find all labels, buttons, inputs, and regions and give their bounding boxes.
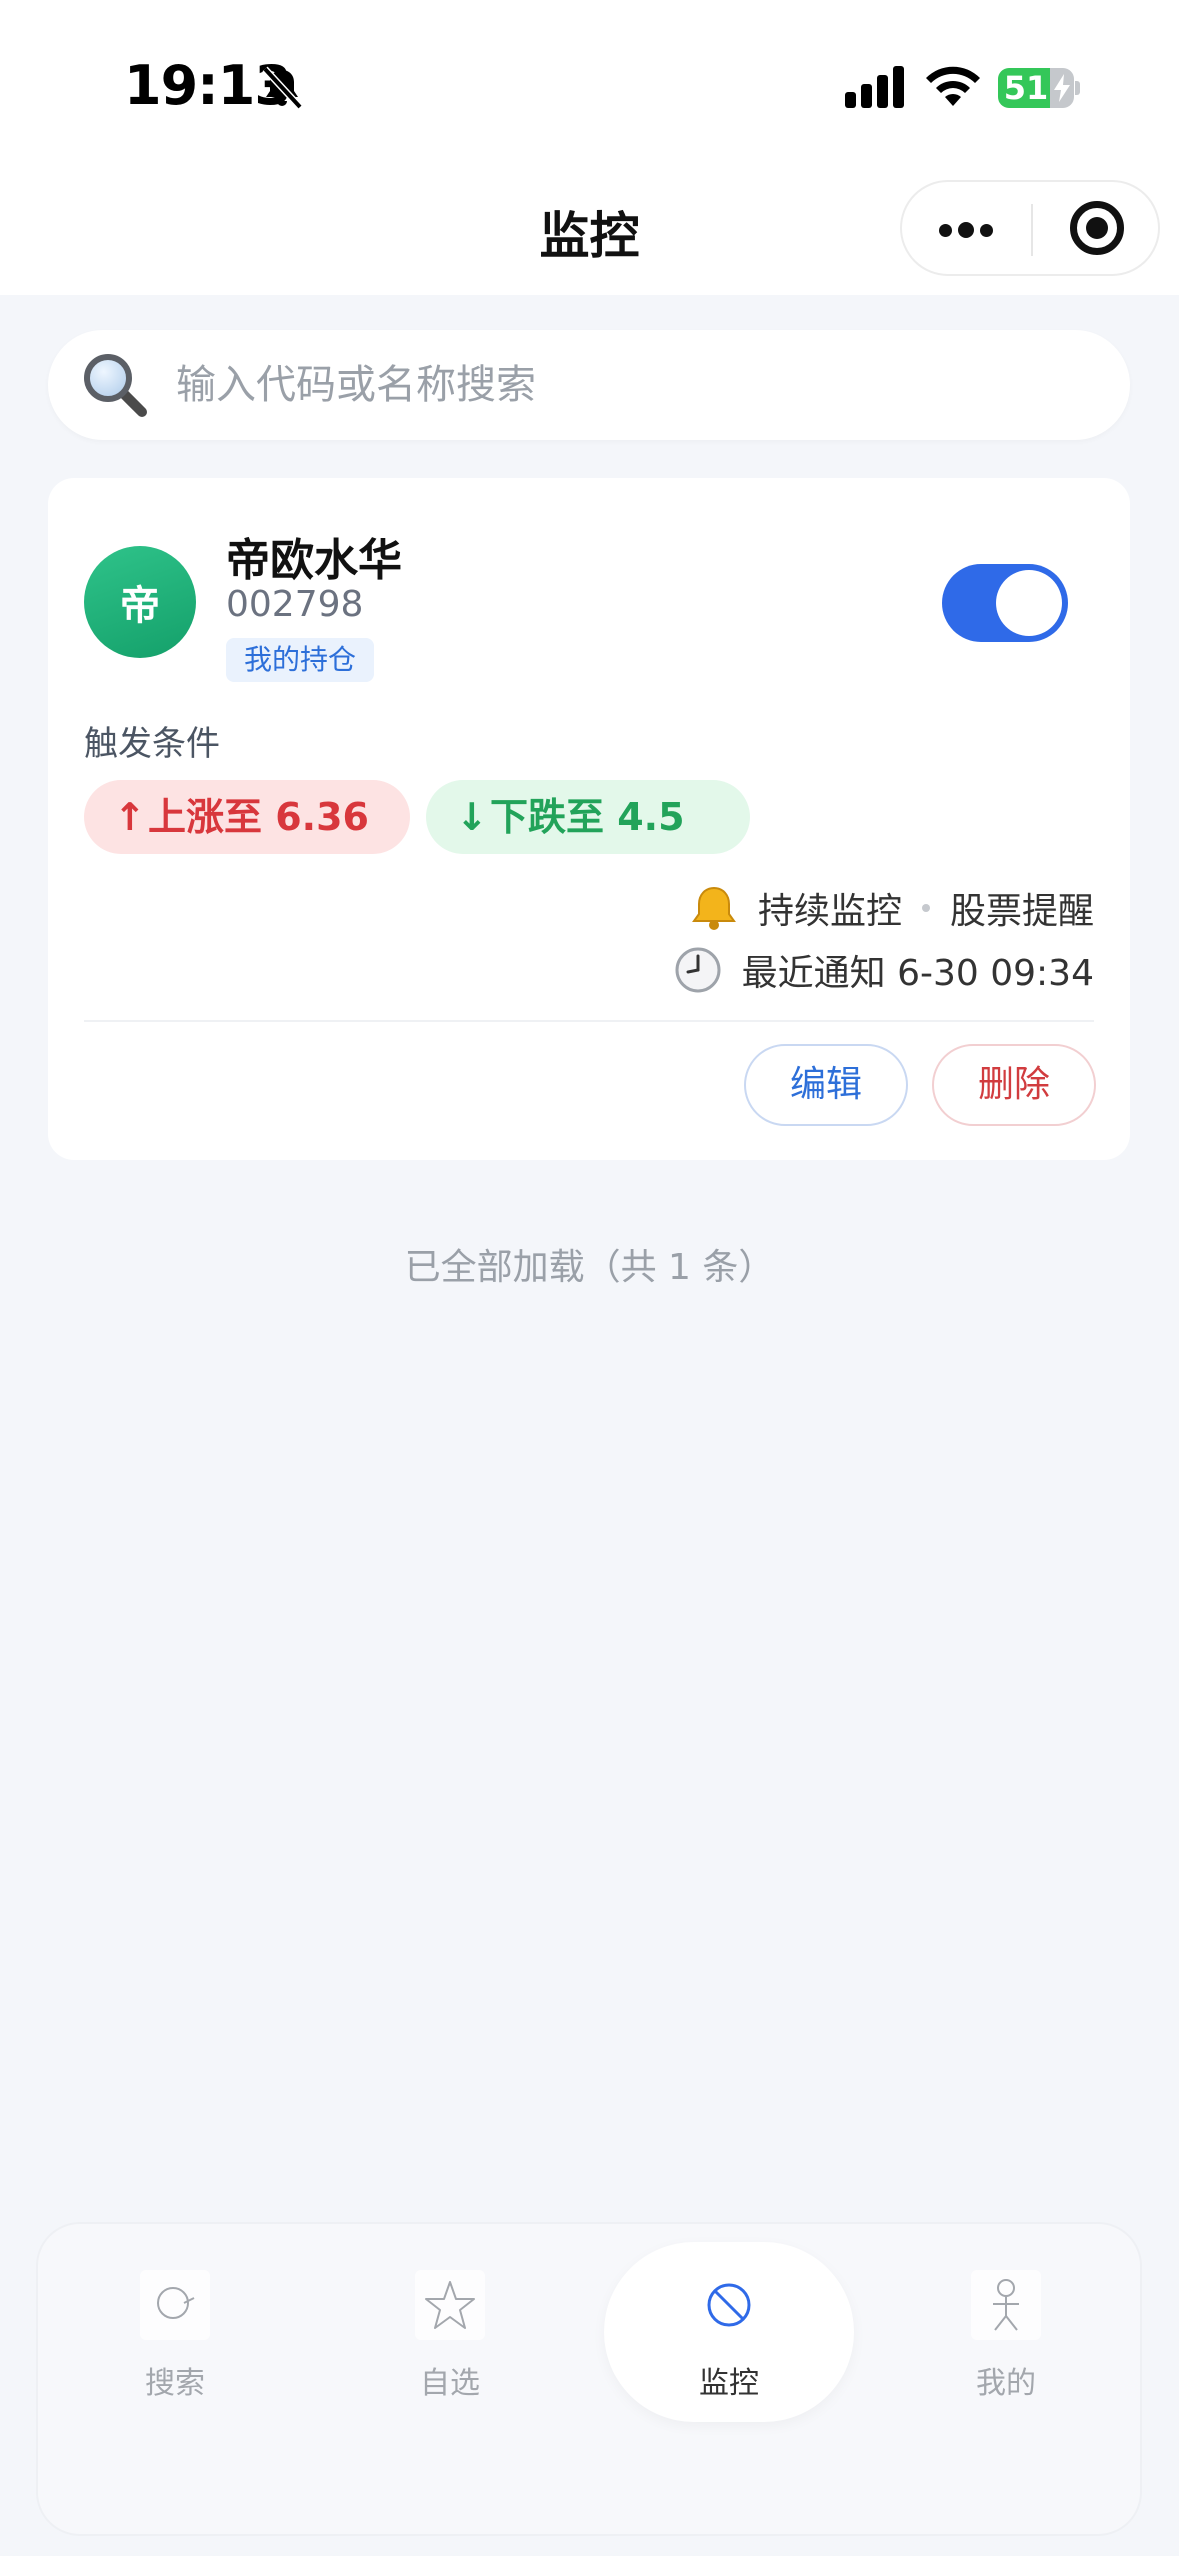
bell-icon <box>692 886 736 930</box>
search-bar[interactable] <box>48 330 1130 440</box>
edit-button[interactable]: 编辑 <box>744 1044 908 1126</box>
magnifier-icon <box>84 354 147 417</box>
holding-tag: 我的持仓 <box>226 638 375 682</box>
close-target-icon[interactable] <box>1034 182 1160 274</box>
monitor-toggle[interactable] <box>942 564 1068 642</box>
tab-monitor[interactable]: 监控 <box>639 2264 819 2404</box>
conditions-label: 触发条件 <box>84 724 220 764</box>
person-tab-icon <box>993 2279 1019 2331</box>
list-footer: 已全部加载（共 1 条） <box>404 1247 775 1288</box>
stock-name: 帝欧水华 <box>226 535 402 586</box>
monitor-mode-row: 持续监控 股票提醒 <box>690 882 1094 934</box>
tab-monitor-label: 监控 <box>699 2366 759 2401</box>
tab-watchlist-label: 自选 <box>420 2366 480 2401</box>
monitor-card: 帝 帝欧水华 002798 我的持仓 触发条件 ↑上涨至 6.36 ↓下跌至 4… <box>48 478 1130 1160</box>
condition-down-text: 下跌至 4.5 <box>490 795 685 839</box>
capsule-divider <box>1031 204 1033 256</box>
stock-code: 002798 <box>226 584 364 625</box>
mini-program-capsule <box>900 180 1160 276</box>
arrow-up-icon: ↑ <box>114 795 146 839</box>
tab-mine[interactable]: 我的 <box>916 2264 1096 2404</box>
clock-icon <box>675 947 721 993</box>
avatar: 帝 <box>84 546 196 658</box>
tab-mine-label: 我的 <box>976 2366 1036 2401</box>
monitor-mode: 持续监控 <box>757 891 902 932</box>
tab-search[interactable]: 搜索 <box>85 2264 265 2404</box>
separator-dot <box>921 904 930 912</box>
tab-watchlist[interactable]: 自选 <box>360 2264 540 2404</box>
toggle-knob <box>996 570 1062 636</box>
battery-charging-icon: 51 <box>998 68 1080 108</box>
tab-search-label: 搜索 <box>145 2366 205 2401</box>
star-tab-icon <box>425 2281 475 2329</box>
bell-slash-icon <box>262 66 303 110</box>
search-tab-icon <box>157 2287 195 2319</box>
signal-icon <box>845 66 904 108</box>
condition-up-chip: ↑上涨至 6.36 <box>84 780 410 854</box>
delete-button[interactable]: 删除 <box>932 1044 1096 1126</box>
more-dots-icon[interactable] <box>902 182 1030 274</box>
arrow-down-icon: ↓ <box>456 795 488 839</box>
battery-level: 51 <box>1003 69 1049 107</box>
tab-bar: 搜索 自选 监控 我的 <box>36 2222 1142 2536</box>
condition-down-chip: ↓下跌至 4.5 <box>426 780 750 854</box>
last-notice-row: 最近通知 6-30 09:34 <box>674 944 1094 996</box>
condition-up-text: 上涨至 6.36 <box>148 795 369 839</box>
monitor-tab-icon <box>707 2283 751 2327</box>
search-input[interactable] <box>176 330 1076 440</box>
last-notice: 最近通知 6-30 09:34 <box>741 953 1094 994</box>
alert-type: 股票提醒 <box>949 891 1094 932</box>
card-divider <box>84 1020 1094 1022</box>
wifi-icon <box>926 66 980 106</box>
